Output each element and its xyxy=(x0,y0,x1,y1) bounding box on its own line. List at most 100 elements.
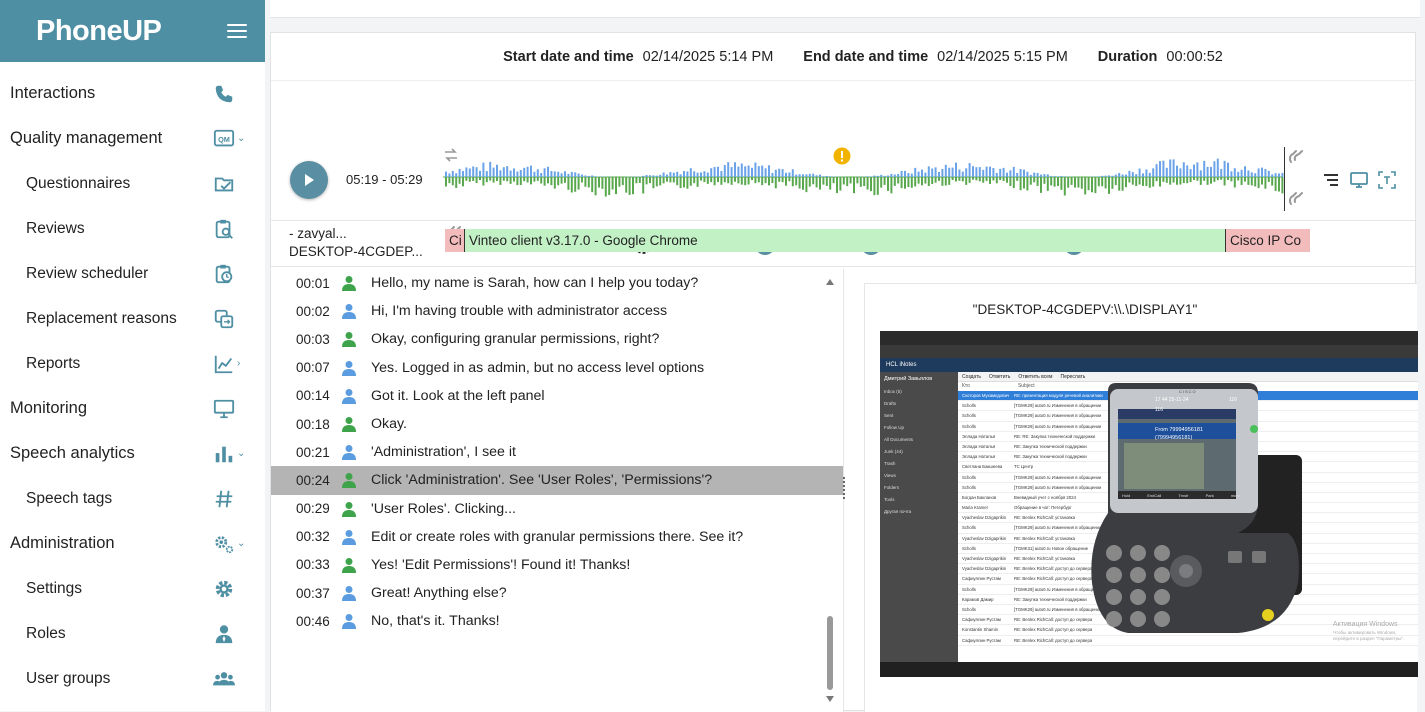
playhead[interactable] xyxy=(1284,147,1285,211)
waveform-bar-customer xyxy=(632,177,634,194)
waveform-bar-customer xyxy=(499,177,501,185)
waveform-bar-agent xyxy=(822,176,824,177)
swap-channels-icon[interactable] xyxy=(443,147,459,163)
transcript-row[interactable]: 00:01Hello, my name is Sarah, how can I … xyxy=(271,269,843,297)
waveform-bar-agent xyxy=(703,171,705,177)
waveform-bar-customer xyxy=(870,177,872,191)
sidebar-item-user-groups[interactable]: User groups xyxy=(0,656,265,701)
waveform-bar-customer xyxy=(622,177,624,185)
waveform-bar-customer xyxy=(700,177,702,181)
waveform-bar-agent xyxy=(975,167,977,177)
play-button[interactable] xyxy=(290,161,328,199)
waveform-bar-customer xyxy=(486,177,488,182)
waveform-bar-customer xyxy=(472,177,474,181)
sidebar-item-replacement-reasons[interactable]: Replacement reasons xyxy=(0,296,265,341)
sidebar-item-speech-analytics[interactable]: Speech analytics ⌄ xyxy=(0,431,265,476)
lane-segment[interactable]: Vinteo client v3.17.0 - Google Chrome xyxy=(464,229,1225,252)
waveform-bar-agent xyxy=(1237,172,1239,177)
hamburger-menu-icon[interactable] xyxy=(227,24,247,38)
waveform-bar-customer xyxy=(564,177,566,183)
waveform-bar-agent xyxy=(751,168,753,177)
sidebar-item-label: Replacement reasons xyxy=(26,310,177,328)
scroll-down-arrow[interactable] xyxy=(826,696,834,702)
transcript-scrollbar[interactable] xyxy=(824,269,836,712)
transcript-row[interactable]: 00:07Yes. Logged in as admin, but no acc… xyxy=(271,354,843,382)
waveform-bar-agent xyxy=(1162,161,1164,177)
waveform-bar-customer xyxy=(527,177,529,182)
waveform-bar-customer xyxy=(904,177,906,189)
monitor-icon[interactable] xyxy=(1349,170,1369,190)
hand-drag-icon[interactable] xyxy=(1287,147,1307,167)
sidebar-item-monitoring[interactable]: Monitoring xyxy=(0,386,265,431)
sidebar-item-review-scheduler[interactable]: Review scheduler xyxy=(0,251,265,296)
lane-segment[interactable]: Cisco IP Co xyxy=(1225,229,1310,252)
waveform-bar-customer xyxy=(887,177,889,191)
waveform-bar-agent xyxy=(1101,176,1103,177)
transcript-row[interactable]: 00:37Great! Anything else? xyxy=(271,579,843,607)
sidebar-item-quality-management[interactable]: Quality managementQM⌄ xyxy=(0,116,265,161)
scroll-thumb[interactable] xyxy=(827,616,833,690)
transcript-row[interactable]: 00:32Edit or create roles with granular … xyxy=(271,523,843,551)
browser-address-bar xyxy=(880,345,1418,358)
sidebar-item-reviews[interactable]: Reviews xyxy=(0,206,265,251)
transcript-row[interactable]: 00:24Click 'Administration'. See 'User R… xyxy=(271,466,843,494)
transcript-row[interactable]: 00:29'User Roles'. Clicking... xyxy=(271,495,843,523)
transcript-text: 'User Roles'. Clicking... xyxy=(371,501,843,517)
chevron-icon[interactable]: ⌄ xyxy=(237,448,245,459)
sidebar-item-questionnaires[interactable]: Questionnaires xyxy=(0,161,265,206)
transcript-time: 00:37 xyxy=(271,586,341,601)
waveform-bar-customer xyxy=(469,177,471,182)
sidebar-nav: InteractionsQuality managementQM⌄Questio… xyxy=(0,62,265,701)
hand-drag-icon[interactable] xyxy=(1287,189,1307,209)
waveform-bar-agent xyxy=(1268,171,1270,177)
transcript-row[interactable]: 00:46No, that's it. Thanks! xyxy=(271,607,843,635)
waveform-bar-agent xyxy=(700,172,702,177)
sidebar-item-roles[interactable]: Roles xyxy=(0,611,265,656)
sidebar-item-administration[interactable]: Administration⌄ xyxy=(0,521,265,566)
waveform-bar-customer xyxy=(1135,177,1137,186)
waveform-bar-customer xyxy=(588,177,590,187)
text-select-icon[interactable] xyxy=(1377,170,1397,190)
list-lines-icon[interactable] xyxy=(1321,170,1341,190)
scroll-up-arrow[interactable] xyxy=(826,279,834,285)
waveform-bar-customer xyxy=(965,177,967,185)
waveform-bar-customer xyxy=(1200,177,1202,185)
transcript-time: 00:03 xyxy=(271,332,341,347)
waveform-bar-agent xyxy=(1159,161,1161,177)
chevron-icon[interactable]: › xyxy=(237,358,240,369)
transcript-row[interactable]: 00:14Got it. Look at the left panel xyxy=(271,382,843,410)
sidebar-item-interactions[interactable]: Interactions xyxy=(0,71,265,116)
start-datetime: Start date and time02/14/2025 5:14 PM xyxy=(503,49,773,65)
waveform-bar-customer xyxy=(805,177,807,192)
alert-marker-icon[interactable] xyxy=(833,147,851,165)
gear-icon xyxy=(213,578,251,600)
panel-splitter[interactable] xyxy=(842,475,848,501)
mail-folder: Sent xyxy=(880,410,958,422)
waveform[interactable] xyxy=(443,147,1305,211)
sidebar-item-settings[interactable]: Settings xyxy=(0,566,265,611)
sidebar-item-label: Speech analytics xyxy=(10,444,135,463)
chevron-icon[interactable]: ⌄ xyxy=(237,538,245,549)
transcript-row[interactable]: 00:21'Administration', I see it xyxy=(271,438,843,466)
transcript-row[interactable]: 00:18Okay. xyxy=(271,410,843,438)
waveform-bar-customer xyxy=(1213,177,1215,182)
transcript-time: 00:01 xyxy=(271,276,341,291)
waveform-bar-customer xyxy=(1040,177,1042,193)
sidebar-item-speech-tags[interactable]: Speech tags xyxy=(0,476,265,521)
lane-segment[interactable]: Ci xyxy=(445,229,464,252)
transcript-row[interactable]: 00:02Hi, I'm having trouble with adminis… xyxy=(271,297,843,325)
waveform-bar-agent xyxy=(928,166,930,177)
transcript-row[interactable]: 00:33Yes! 'Edit Permissions'! Found it! … xyxy=(271,551,843,579)
waveform-bar-customer xyxy=(608,177,610,195)
waveform-bar-customer xyxy=(952,177,954,180)
waveform-bar-agent xyxy=(880,175,882,177)
sidebar-item-reports[interactable]: Reports› xyxy=(0,341,265,386)
waveform-bar-customer xyxy=(1043,177,1045,184)
screen-recording[interactable]: HCL iNotes Дмитрий Завьялов Inbox (5)Dra… xyxy=(880,331,1418,677)
waveform-bar-agent xyxy=(1227,163,1229,177)
waveform-bar-customer xyxy=(802,177,804,190)
waveform-bar-customer xyxy=(652,177,654,188)
transcript-row[interactable]: 00:03Okay, configuring granular permissi… xyxy=(271,325,843,353)
waveform-bar-customer xyxy=(452,177,454,185)
chevron-icon[interactable]: ⌄ xyxy=(237,133,245,144)
